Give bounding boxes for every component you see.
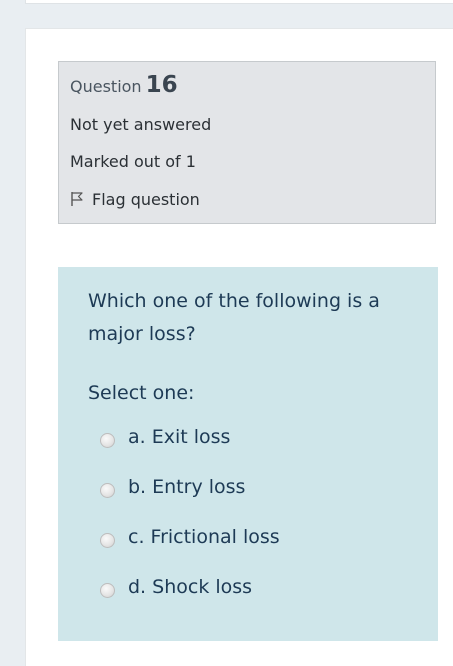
question-content-panel: Which one of the following is a major lo… (58, 267, 438, 641)
question-number-value: 16 (145, 72, 178, 98)
question-grade: Marked out of 1 (70, 152, 196, 171)
quiz-page: Question 16 Not yet answered Marked out o… (0, 0, 453, 666)
answer-option-label: c. Frictional loss (128, 526, 280, 548)
question-state: Not yet answered (70, 115, 212, 134)
question-info-panel: Question 16 Not yet answered Marked out o… (58, 61, 436, 224)
question-number: Question 16 (70, 72, 178, 98)
answer-option-label: b. Entry loss (128, 476, 246, 498)
flag-icon (70, 191, 84, 207)
radio-icon[interactable] (100, 432, 115, 448)
question-text: Which one of the following is a major lo… (88, 290, 380, 345)
answer-option-d[interactable]: d. Shock loss (100, 572, 252, 602)
answer-option-label: d. Shock loss (128, 576, 253, 598)
answer-option-a[interactable]: a. Exit loss (100, 422, 230, 452)
answer-prompt: Select one: (88, 382, 195, 404)
answer-option-c[interactable]: c. Frictional loss (100, 522, 280, 552)
radio-icon[interactable] (100, 582, 115, 598)
flag-question-label: Flag question (92, 190, 200, 209)
question-label: Question (70, 77, 142, 96)
previous-question-card (25, 0, 453, 4)
answer-option-b[interactable]: b. Entry loss (100, 472, 245, 502)
answer-option-label: a. Exit loss (128, 426, 231, 448)
radio-icon[interactable] (100, 482, 115, 498)
radio-icon[interactable] (100, 532, 115, 548)
flag-question-link[interactable]: Flag question (70, 190, 200, 209)
